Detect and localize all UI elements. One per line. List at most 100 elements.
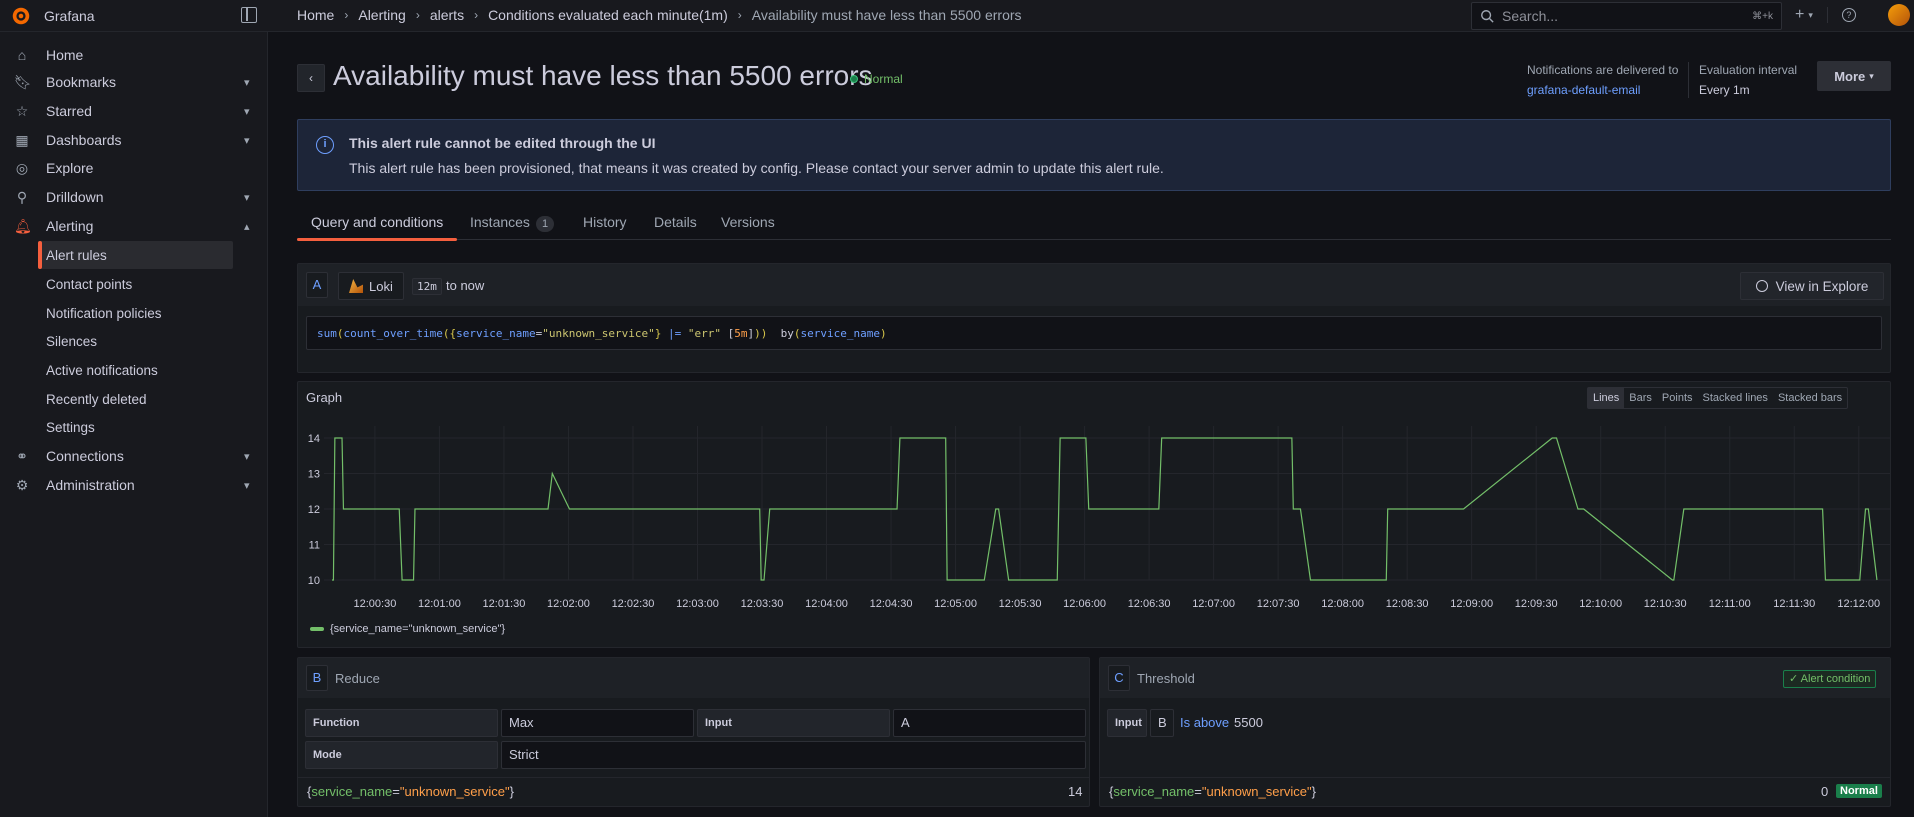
x-tick-label: 12:06:00 xyxy=(1063,598,1106,610)
chevron-down-icon[interactable]: ▾ xyxy=(244,191,250,204)
brand[interactable]: Grafana xyxy=(10,5,95,27)
breadcrumb-alerting[interactable]: Alerting xyxy=(358,7,405,23)
contact-point-link[interactable]: grafana-default-email xyxy=(1527,83,1678,97)
tab-instances[interactable]: Instances 1 xyxy=(456,208,568,240)
tab-versions[interactable]: Versions xyxy=(707,208,789,240)
threshold-operator[interactable]: Is above xyxy=(1180,715,1229,730)
x-tick-label: 12:03:00 xyxy=(676,598,719,610)
tab-label: History xyxy=(583,214,627,230)
home-icon: ⌂ xyxy=(17,47,27,63)
chevron-down-icon[interactable]: ▾ xyxy=(1808,10,1813,21)
result-value: 0 xyxy=(1821,784,1829,799)
sidebar-item-contact-points[interactable]: Contact points xyxy=(40,270,233,298)
sidebar-item-alert-rules[interactable]: Alert rules xyxy=(38,241,233,269)
sidebar-item-drilldown[interactable]: ⚲ Drilldown ▾ xyxy=(0,183,268,211)
sidebar-item-notification-policies[interactable]: Notification policies xyxy=(40,299,233,327)
view-in-explore-button[interactable]: View in Explore xyxy=(1740,272,1884,300)
plug-icon: ⚭ xyxy=(16,448,28,464)
sidebar-item-label: Dashboards xyxy=(46,132,122,148)
x-tick-label: 12:10:00 xyxy=(1579,598,1622,610)
sidebar-item-administration[interactable]: ⚙ Administration ▾ xyxy=(0,471,268,499)
sidebar-item-connections[interactable]: ⚭ Connections ▾ xyxy=(0,442,268,470)
query-ref-badge: A xyxy=(306,272,328,298)
tab-label: Instances xyxy=(470,214,530,230)
alert-condition-badge: ✓ Alert condition xyxy=(1783,670,1877,688)
x-tick-label: 12:05:30 xyxy=(999,598,1042,610)
chevron-down-icon[interactable]: ▾ xyxy=(244,479,250,492)
search-icon xyxy=(1481,10,1494,23)
status-text: Normal xyxy=(864,72,903,86)
threshold-header: C Threshold ✓ Alert condition xyxy=(1100,658,1890,698)
sidebar-item-label: Connections xyxy=(46,448,124,464)
notification-info: Notifications are delivered to grafana-d… xyxy=(1527,63,1678,97)
query-panel: A Loki 12m to now View in Explore sum(co… xyxy=(297,263,1891,373)
loki-icon xyxy=(349,279,363,293)
evaluation-value: Every 1m xyxy=(1699,83,1750,97)
tab-label: Query and conditions xyxy=(311,214,444,230)
x-tick-label: 12:07:30 xyxy=(1257,598,1300,610)
expression-ref-badge: B xyxy=(306,665,328,691)
relative-range-badge: 12m xyxy=(412,278,442,295)
sidebar-item-label: Alerting xyxy=(46,218,94,234)
more-button[interactable]: More ▾ xyxy=(1817,61,1891,91)
sidebar-item-active-notifications[interactable]: Active notifications xyxy=(40,356,233,384)
x-tick-label: 12:08:30 xyxy=(1386,598,1429,610)
x-tick-label: 12:02:00 xyxy=(547,598,590,610)
x-tick-label: 12:11:00 xyxy=(1709,598,1751,610)
result-value: 14 xyxy=(1068,784,1083,799)
plus-icon[interactable]: + xyxy=(1795,6,1804,24)
divider xyxy=(1826,7,1828,23)
tab-label: Details xyxy=(654,214,697,230)
avatar[interactable] xyxy=(1888,4,1910,26)
sidebar-item-recently-deleted[interactable]: Recently deleted xyxy=(40,385,233,413)
search-input[interactable]: Search... ⌘+k xyxy=(1471,2,1782,30)
tab-history[interactable]: History xyxy=(569,208,641,240)
grafana-logo-icon xyxy=(12,7,30,25)
sidebar-item-alerting[interactable]: 🔔︎ Alerting ▴ xyxy=(0,212,268,240)
function-value: Max xyxy=(501,709,694,737)
sidebar-item-starred[interactable]: ☆ Starred ▾ xyxy=(0,97,268,125)
tab-details[interactable]: Details xyxy=(640,208,711,240)
query-editor[interactable]: sum(count_over_time({service_name="unkno… xyxy=(306,316,1882,350)
range-to-text: to now xyxy=(446,278,485,293)
sidebar-item-label: Bookmarks xyxy=(46,74,117,90)
help-icon[interactable]: ? xyxy=(1841,8,1856,22)
status-dot-icon xyxy=(850,75,858,83)
sidebar-item-bookmarks[interactable]: 🔖︎ Bookmarks ▾ xyxy=(0,68,268,96)
mode-label: Mode xyxy=(305,741,498,769)
chevron-right-icon: › xyxy=(344,8,349,22)
chevron-right-icon: › xyxy=(415,8,420,22)
chevron-down-icon[interactable]: ▾ xyxy=(244,134,250,147)
x-tick-label: 12:05:00 xyxy=(934,598,977,610)
info-icon: i xyxy=(316,136,334,154)
datasource-name: Loki xyxy=(369,278,393,294)
evaluation-info: Evaluation interval Every 1m xyxy=(1699,63,1797,97)
datasource-picker[interactable]: Loki xyxy=(338,272,404,300)
back-button[interactable]: ‹ xyxy=(297,64,325,92)
chevron-down-icon[interactable]: ▾ xyxy=(244,450,250,463)
breadcrumb-home[interactable]: Home xyxy=(297,7,334,23)
threshold-expression-panel: C Threshold ✓ Alert condition Input B Is… xyxy=(1099,657,1891,807)
dock-menu-icon[interactable] xyxy=(241,7,257,23)
tab-query-and-conditions[interactable]: Query and conditions xyxy=(297,208,458,241)
chart-legend[interactable]: {service_name="unknown_service"} xyxy=(310,623,505,635)
sidebar-item-home[interactable]: ⌂ Home xyxy=(0,41,268,69)
sidebar-item-dashboards[interactable]: ▦ Dashboards ▾ xyxy=(0,126,268,154)
breadcrumb-folder[interactable]: alerts xyxy=(430,7,464,23)
microscope-icon: ⚲ xyxy=(16,189,28,205)
breadcrumb-group[interactable]: Conditions evaluated each minute(1m) xyxy=(488,7,728,23)
sidebar-item-explore[interactable]: ◎ Explore xyxy=(0,154,268,182)
threshold-input-value[interactable]: B xyxy=(1150,709,1174,737)
notification-label: Notifications are delivered to xyxy=(1527,63,1679,77)
threshold-value[interactable]: 5500 xyxy=(1234,715,1263,730)
more-label: More xyxy=(1834,68,1866,84)
sidebar-item-settings[interactable]: Settings xyxy=(40,413,233,441)
reduce-result-row: {service_name="unknown_service"} 14 xyxy=(298,777,1089,807)
x-tick-label: 12:11:30 xyxy=(1773,598,1815,610)
cog-icon: ⚙ xyxy=(15,477,29,493)
chevron-down-icon[interactable]: ▾ xyxy=(244,76,250,89)
star-icon: ☆ xyxy=(15,103,29,119)
sidebar-item-silences[interactable]: Silences xyxy=(40,327,233,355)
chevron-up-icon[interactable]: ▴ xyxy=(244,220,250,233)
chevron-down-icon[interactable]: ▾ xyxy=(244,105,250,118)
